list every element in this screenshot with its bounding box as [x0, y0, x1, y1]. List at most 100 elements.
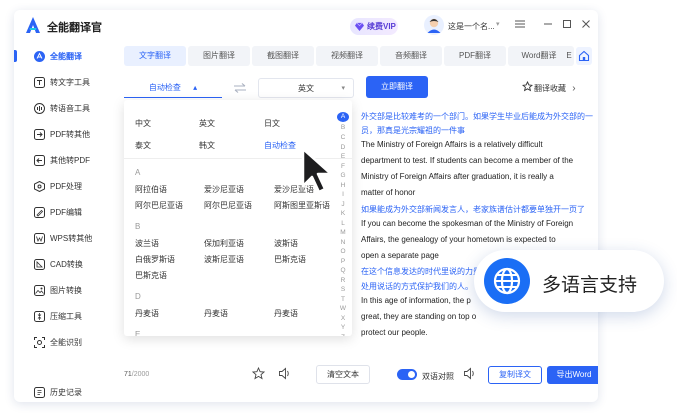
alpha-index-item[interactable]: E: [337, 153, 349, 160]
close-icon[interactable]: [580, 18, 592, 30]
alpha-index-item[interactable]: G: [337, 172, 349, 179]
alpha-index-item[interactable]: D: [337, 144, 349, 151]
minimize-icon[interactable]: [542, 18, 554, 30]
lang-option[interactable]: 巴斯克语: [135, 270, 167, 281]
lang-option[interactable]: 阿尔巴尼亚语: [204, 200, 252, 211]
alpha-index-item[interactable]: S: [337, 286, 349, 293]
lang-option[interactable]: 波兰语: [135, 238, 159, 249]
source-language-select[interactable]: 自动检查 ▴: [124, 78, 222, 98]
lang-option[interactable]: 泰文: [135, 140, 151, 151]
tab-video-translate[interactable]: 视频翻译: [316, 46, 378, 66]
clear-text-button[interactable]: 清空文本: [316, 365, 370, 384]
sidebar-item-wps[interactable]: WPS转其他: [14, 228, 110, 248]
avatar[interactable]: [424, 15, 444, 35]
speaker-icon[interactable]: [463, 367, 476, 380]
bilingual-toggle[interactable]: [397, 369, 417, 380]
menu-icon[interactable]: [514, 18, 526, 30]
alpha-index-item[interactable]: Q: [337, 267, 349, 274]
alpha-index-item[interactable]: X: [337, 315, 349, 322]
lang-option[interactable]: 韩文: [199, 140, 215, 151]
lang-option[interactable]: 日文: [264, 118, 280, 129]
cad-icon: [34, 258, 45, 270]
lang-option[interactable]: 丹麦语: [204, 308, 228, 319]
alpha-index-item[interactable]: M: [337, 229, 349, 236]
alpha-index-item[interactable]: A: [337, 112, 349, 122]
lang-option[interactable]: 丹麦语: [135, 308, 159, 319]
sidebar-item-compress[interactable]: 压缩工具: [14, 306, 110, 326]
tab-image-translate[interactable]: 图片翻译: [188, 46, 250, 66]
sidebar-item-translate[interactable]: 全能翻译: [14, 46, 110, 66]
home-icon[interactable]: [576, 47, 592, 65]
sidebar-item-label: 转语音工具: [50, 103, 90, 113]
lang-option[interactable]: 英文: [199, 118, 215, 129]
alpha-index-item[interactable]: N: [337, 239, 349, 246]
sidebar-item-pdf-process[interactable]: PDF处理: [14, 176, 110, 196]
alpha-index-item[interactable]: L: [337, 220, 349, 227]
target-language-select[interactable]: 英文 ▾: [258, 78, 354, 98]
output-line-en: The Ministry of Foreign Affairs is a rel…: [361, 140, 543, 149]
tab-audio-translate[interactable]: 音频翻译: [380, 46, 442, 66]
sidebar-item-pdf-convert[interactable]: PDF转其他: [14, 124, 110, 144]
alpha-index-item[interactable]: Y: [337, 324, 349, 331]
alpha-index-item[interactable]: K: [337, 210, 349, 217]
copy-translation-button[interactable]: 复制译文: [488, 366, 542, 384]
alpha-index-item[interactable]: B: [337, 124, 349, 131]
translate-now-button[interactable]: 立即翻译: [366, 76, 428, 98]
sidebar-item-text-tool[interactable]: 转文字工具: [14, 72, 110, 92]
alpha-index-item[interactable]: W: [337, 305, 349, 312]
favorite-folder-icon[interactable]: [522, 81, 533, 92]
tab-excel-translate[interactable]: E: [564, 46, 574, 66]
lang-option[interactable]: 白俄罗斯语: [135, 254, 175, 265]
sidebar-item-pdf-edit[interactable]: PDF编辑: [14, 202, 110, 222]
alpha-index-item[interactable]: P: [337, 258, 349, 265]
alpha-index-item[interactable]: F: [337, 163, 349, 170]
sidebar-item-speech-tool[interactable]: 转语音工具: [14, 98, 110, 118]
sidebar-item-label: 图片转换: [50, 285, 82, 295]
sidebar: 全能翻译 转文字工具 转语音工具 PDF转其他 其他转PDF PDF处理 PDF…: [14, 42, 110, 402]
tab-text-translate[interactable]: 文字翻译: [124, 46, 186, 66]
lang-option[interactable]: 波斯语: [274, 238, 298, 249]
tab-screenshot-translate[interactable]: 截图翻译: [252, 46, 314, 66]
output-line-en: protect our people.: [361, 328, 428, 337]
alpha-index-item[interactable]: C: [337, 134, 349, 141]
maximize-icon[interactable]: [561, 18, 573, 30]
sidebar-item-to-pdf[interactable]: 其他转PDF: [14, 150, 110, 170]
lang-option[interactable]: 阿拉伯语: [135, 184, 167, 195]
alpha-index-item[interactable]: Z: [337, 334, 349, 337]
alpha-index-item[interactable]: O: [337, 248, 349, 255]
renew-vip-button[interactable]: 续费VIP: [350, 18, 398, 35]
tab-word-translate[interactable]: Word翻译: [508, 46, 570, 66]
lang-option-selected[interactable]: 自动检查: [264, 140, 296, 151]
speaker-icon[interactable]: [278, 367, 291, 380]
translation-favorites-link[interactable]: 翻译收藏 ›: [534, 83, 576, 94]
alpha-index-item[interactable]: J: [337, 201, 349, 208]
sidebar-item-label: PDF编辑: [50, 207, 82, 217]
output-line-cn: 外交部是比较难考的一个部门。如果学生毕业后能成为外交部的一: [361, 112, 593, 121]
lang-option[interactable]: 巴斯克语: [274, 254, 306, 265]
alpha-index-item[interactable]: I: [337, 191, 349, 198]
user-name[interactable]: 这是一个名...: [448, 21, 495, 32]
vip-label: 续费VIP: [367, 22, 396, 31]
chevron-down-icon[interactable]: ▾: [496, 20, 500, 28]
star-icon[interactable]: [252, 367, 265, 380]
sidebar-item-scan[interactable]: 全能识别: [14, 332, 110, 352]
chevron-down-icon: ▾: [341, 85, 345, 92]
lang-option[interactable]: 阿尔巴尼亚语: [135, 200, 183, 211]
lang-option[interactable]: 爱沙尼亚语: [204, 184, 244, 195]
lang-option[interactable]: 保加利亚语: [204, 238, 244, 249]
alpha-index-item[interactable]: T: [337, 296, 349, 303]
lang-option[interactable]: 丹麦语: [274, 308, 298, 319]
export-word-button[interactable]: 导出Word: [547, 366, 598, 384]
swap-languages-icon[interactable]: [233, 82, 247, 94]
lang-option[interactable]: 中文: [135, 118, 151, 129]
alpha-index-item[interactable]: H: [337, 182, 349, 189]
lang-option[interactable]: 波斯尼亚语: [204, 254, 244, 265]
lang-option[interactable]: 阿斯图里亚斯语: [274, 200, 330, 211]
sidebar-item-label: 历史记录: [50, 387, 82, 397]
tab-pdf-translate[interactable]: PDF翻译: [444, 46, 506, 66]
sidebar-item-cad[interactable]: CAD转换: [14, 254, 110, 274]
alpha-index-item[interactable]: R: [337, 277, 349, 284]
output-line-en: If you can become the spokesman of the M…: [361, 219, 574, 228]
sidebar-item-image[interactable]: 图片转换: [14, 280, 110, 300]
sidebar-item-history[interactable]: 历史记录: [14, 382, 110, 402]
